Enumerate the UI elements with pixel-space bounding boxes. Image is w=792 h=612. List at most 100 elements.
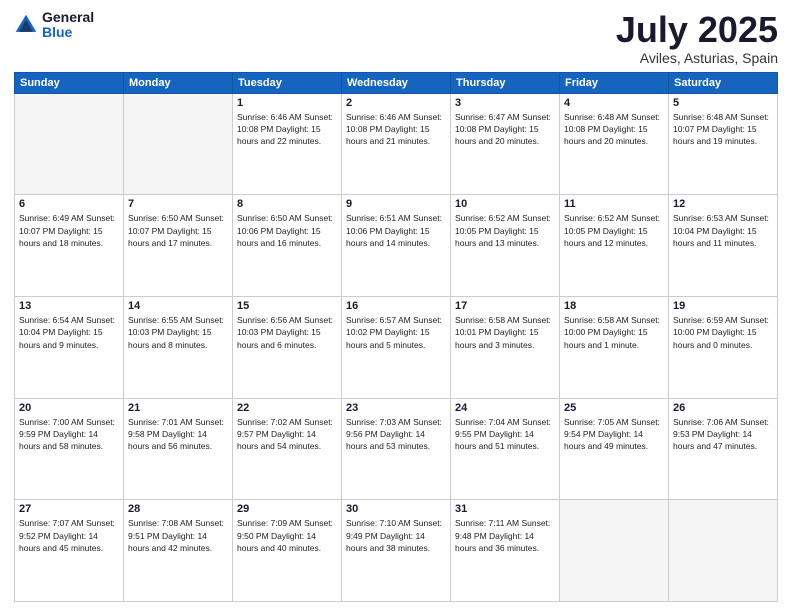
day-info: Sunrise: 7:10 AM Sunset: 9:49 PM Dayligh… <box>346 517 446 554</box>
calendar-header-tuesday: Tuesday <box>233 72 342 93</box>
calendar-week-2: 6Sunrise: 6:49 AM Sunset: 10:07 PM Dayli… <box>15 195 778 297</box>
page: General Blue July 2025 Aviles, Asturias,… <box>0 0 792 612</box>
day-number: 17 <box>455 300 555 312</box>
day-number: 20 <box>19 402 119 414</box>
location: Aviles, Asturias, Spain <box>616 50 778 66</box>
day-info: Sunrise: 7:06 AM Sunset: 9:53 PM Dayligh… <box>673 416 773 453</box>
calendar-day-cell: 29 Sunrise: 7:09 AM Sunset: 9:50 PM Dayli… <box>233 500 342 602</box>
day-info: Sunrise: 6:57 AM Sunset: 10:02 PM Daylig… <box>346 314 446 351</box>
calendar-day-cell: 26 Sunrise: 7:06 AM Sunset: 9:53 PM Dayli… <box>669 398 778 500</box>
calendar-day-cell: 9Sunrise: 6:51 AM Sunset: 10:06 PM Dayli… <box>342 195 451 297</box>
calendar-header-wednesday: Wednesday <box>342 72 451 93</box>
day-info: Sunrise: 6:50 AM Sunset: 10:07 PM Daylig… <box>128 212 228 249</box>
calendar-day-cell: 13Sunrise: 6:54 AM Sunset: 10:04 PM Dayl… <box>15 296 124 398</box>
day-info: Sunrise: 7:04 AM Sunset: 9:55 PM Dayligh… <box>455 416 555 453</box>
calendar-day-cell: 19 Sunrise: 6:59 AM Sunset: 10:00 PM Dayl… <box>669 296 778 398</box>
calendar-day-cell: 1 Sunrise: 6:46 AM Sunset: 10:08 PM Dayli… <box>233 93 342 195</box>
calendar-header-monday: Monday <box>124 72 233 93</box>
day-number: 12 <box>673 198 773 210</box>
calendar-day-cell <box>669 500 778 602</box>
day-info: Sunrise: 7:11 AM Sunset: 9:48 PM Dayligh… <box>455 517 555 554</box>
calendar-day-cell: 27 Sunrise: 7:07 AM Sunset: 9:52 PM Dayli… <box>15 500 124 602</box>
day-number: 8 <box>237 198 337 210</box>
day-info: Sunrise: 7:05 AM Sunset: 9:54 PM Dayligh… <box>564 416 664 453</box>
calendar-day-cell: 11Sunrise: 6:52 AM Sunset: 10:05 PM Dayl… <box>560 195 669 297</box>
day-info: Sunrise: 6:47 AM Sunset: 10:08 PM Daylig… <box>455 111 555 148</box>
calendar-day-cell: 8 Sunrise: 6:50 AM Sunset: 10:06 PM Dayli… <box>233 195 342 297</box>
day-number: 28 <box>128 503 228 515</box>
calendar-day-cell: 20 Sunrise: 7:00 AM Sunset: 9:59 PM Dayli… <box>15 398 124 500</box>
day-info: Sunrise: 6:48 AM Sunset: 10:08 PM Daylig… <box>564 111 664 148</box>
day-info: Sunrise: 6:50 AM Sunset: 10:06 PM Daylig… <box>237 212 337 249</box>
day-number: 6 <box>19 198 119 210</box>
calendar-day-cell: 18 Sunrise: 6:58 AM Sunset: 10:00 PM Dayl… <box>560 296 669 398</box>
calendar-day-cell: 4Sunrise: 6:48 AM Sunset: 10:08 PM Dayli… <box>560 93 669 195</box>
day-number: 16 <box>346 300 446 312</box>
day-info: Sunrise: 6:54 AM Sunset: 10:04 PM Daylig… <box>19 314 119 351</box>
day-number: 25 <box>564 402 664 414</box>
calendar-header-saturday: Saturday <box>669 72 778 93</box>
calendar-day-cell: 23Sunrise: 7:03 AM Sunset: 9:56 PM Dayli… <box>342 398 451 500</box>
day-info: Sunrise: 7:09 AM Sunset: 9:50 PM Dayligh… <box>237 517 337 554</box>
calendar-day-cell: 22Sunrise: 7:02 AM Sunset: 9:57 PM Dayli… <box>233 398 342 500</box>
calendar-day-cell: 30 Sunrise: 7:10 AM Sunset: 9:49 PM Dayli… <box>342 500 451 602</box>
logo-general: General <box>42 10 94 25</box>
day-number: 3 <box>455 97 555 109</box>
day-number: 26 <box>673 402 773 414</box>
day-number: 19 <box>673 300 773 312</box>
calendar-day-cell: 31 Sunrise: 7:11 AM Sunset: 9:48 PM Dayli… <box>451 500 560 602</box>
day-info: Sunrise: 6:58 AM Sunset: 10:00 PM Daylig… <box>564 314 664 351</box>
day-info: Sunrise: 6:48 AM Sunset: 10:07 PM Daylig… <box>673 111 773 148</box>
calendar-day-cell: 2Sunrise: 6:46 AM Sunset: 10:08 PM Dayli… <box>342 93 451 195</box>
day-info: Sunrise: 6:46 AM Sunset: 10:08 PM Daylig… <box>237 111 337 148</box>
day-info: Sunrise: 7:08 AM Sunset: 9:51 PM Dayligh… <box>128 517 228 554</box>
calendar-day-cell: 24 Sunrise: 7:04 AM Sunset: 9:55 PM Dayli… <box>451 398 560 500</box>
calendar-day-cell: 25 Sunrise: 7:05 AM Sunset: 9:54 PM Dayli… <box>560 398 669 500</box>
calendar-day-cell: 17 Sunrise: 6:58 AM Sunset: 10:01 PM Dayl… <box>451 296 560 398</box>
day-info: Sunrise: 6:58 AM Sunset: 10:01 PM Daylig… <box>455 314 555 351</box>
calendar-day-cell: 10Sunrise: 6:52 AM Sunset: 10:05 PM Dayl… <box>451 195 560 297</box>
day-info: Sunrise: 6:55 AM Sunset: 10:03 PM Daylig… <box>128 314 228 351</box>
day-number: 10 <box>455 198 555 210</box>
day-info: Sunrise: 7:01 AM Sunset: 9:58 PM Dayligh… <box>128 416 228 453</box>
calendar-day-cell: 16 Sunrise: 6:57 AM Sunset: 10:02 PM Dayl… <box>342 296 451 398</box>
day-number: 21 <box>128 402 228 414</box>
day-number: 30 <box>346 503 446 515</box>
calendar-week-5: 27 Sunrise: 7:07 AM Sunset: 9:52 PM Dayli… <box>15 500 778 602</box>
day-info: Sunrise: 7:00 AM Sunset: 9:59 PM Dayligh… <box>19 416 119 453</box>
day-number: 29 <box>237 503 337 515</box>
calendar-day-cell: 12 Sunrise: 6:53 AM Sunset: 10:04 PM Dayl… <box>669 195 778 297</box>
day-info: Sunrise: 7:07 AM Sunset: 9:52 PM Dayligh… <box>19 517 119 554</box>
day-info: Sunrise: 6:59 AM Sunset: 10:00 PM Daylig… <box>673 314 773 351</box>
calendar-header-row: SundayMondayTuesdayWednesdayThursdayFrid… <box>15 72 778 93</box>
day-info: Sunrise: 6:56 AM Sunset: 10:03 PM Daylig… <box>237 314 337 351</box>
title-block: July 2025 Aviles, Asturias, Spain <box>616 10 778 66</box>
calendar-header-sunday: Sunday <box>15 72 124 93</box>
calendar-day-cell <box>15 93 124 195</box>
month-title: July 2025 <box>616 10 778 50</box>
calendar-day-cell: 28 Sunrise: 7:08 AM Sunset: 9:51 PM Dayli… <box>124 500 233 602</box>
day-number: 27 <box>19 503 119 515</box>
calendar-header-thursday: Thursday <box>451 72 560 93</box>
day-number: 31 <box>455 503 555 515</box>
day-number: 15 <box>237 300 337 312</box>
day-info: Sunrise: 7:02 AM Sunset: 9:57 PM Dayligh… <box>237 416 337 453</box>
day-info: Sunrise: 6:53 AM Sunset: 10:04 PM Daylig… <box>673 212 773 249</box>
day-number: 11 <box>564 198 664 210</box>
calendar-day-cell: 14 Sunrise: 6:55 AM Sunset: 10:03 PM Dayl… <box>124 296 233 398</box>
calendar-day-cell: 5Sunrise: 6:48 AM Sunset: 10:07 PM Dayli… <box>669 93 778 195</box>
header: General Blue July 2025 Aviles, Asturias,… <box>14 10 778 66</box>
calendar-day-cell <box>560 500 669 602</box>
calendar-week-4: 20 Sunrise: 7:00 AM Sunset: 9:59 PM Dayli… <box>15 398 778 500</box>
logo: General Blue <box>14 10 94 41</box>
calendar-header-friday: Friday <box>560 72 669 93</box>
day-number: 1 <box>237 97 337 109</box>
day-info: Sunrise: 6:46 AM Sunset: 10:08 PM Daylig… <box>346 111 446 148</box>
day-number: 14 <box>128 300 228 312</box>
logo-blue: Blue <box>42 25 94 40</box>
day-number: 18 <box>564 300 664 312</box>
calendar-day-cell: 15 Sunrise: 6:56 AM Sunset: 10:03 PM Dayl… <box>233 296 342 398</box>
day-number: 24 <box>455 402 555 414</box>
day-number: 7 <box>128 198 228 210</box>
logo-icon <box>14 13 38 37</box>
